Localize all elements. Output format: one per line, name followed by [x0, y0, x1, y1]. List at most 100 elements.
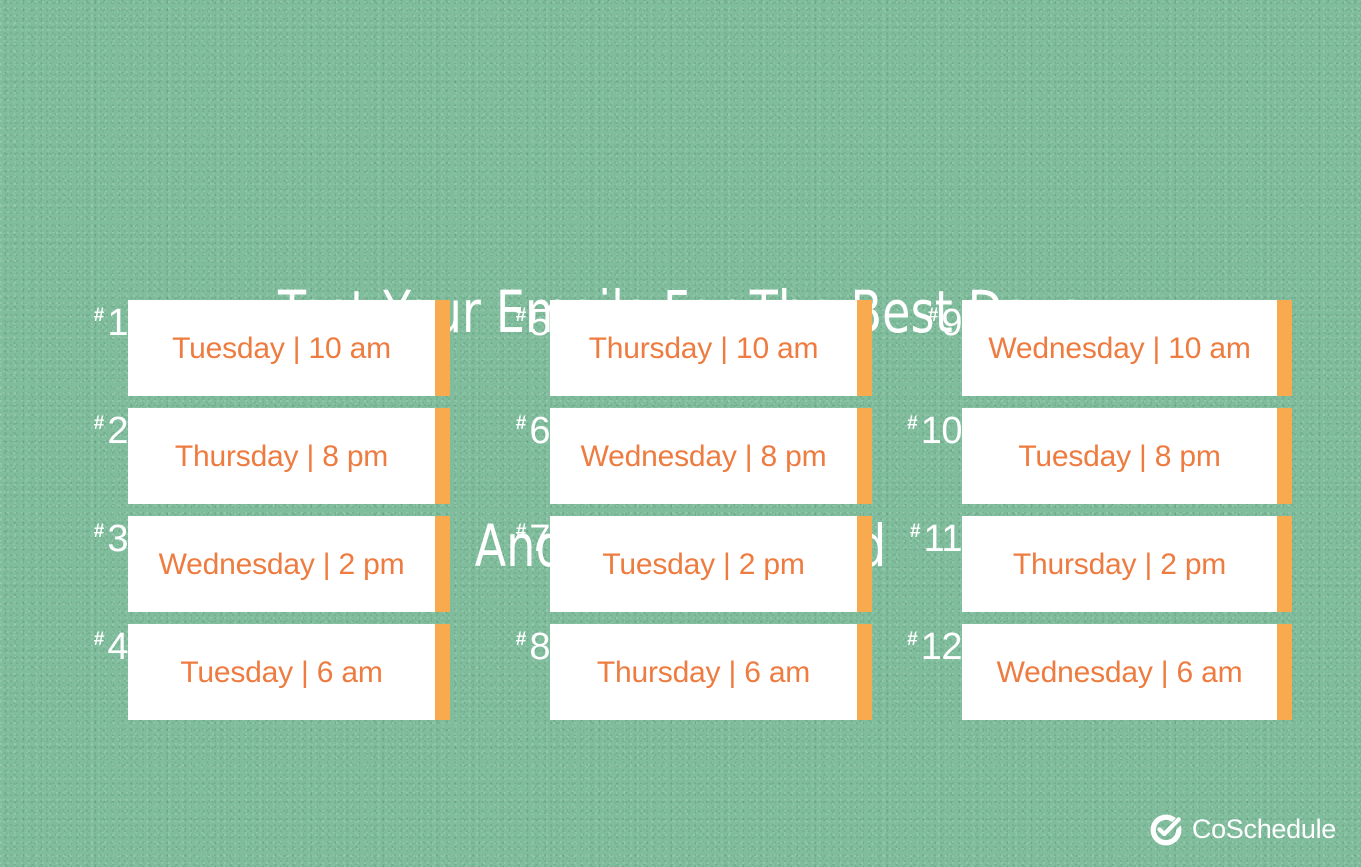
send-time-card[interactable]: Wednesday | 8 pm [550, 408, 872, 504]
card-face: Thursday | 10 am [550, 300, 857, 396]
card-accent-bar [435, 300, 450, 396]
rank-value: 4 [107, 626, 128, 668]
list-item: #5 Thursday | 10 am [488, 300, 872, 396]
rank-number: #10 [900, 410, 962, 460]
send-time-card[interactable]: Tuesday | 2 pm [550, 516, 872, 612]
rank-value: 8 [529, 626, 550, 668]
rank-value: 5 [529, 302, 550, 344]
list-item: #8 Thursday | 6 am [488, 624, 872, 720]
card-accent-bar [435, 624, 450, 720]
ranked-send-times-grid: #1 Tuesday | 10 am #2 Thursday | 8 pm #3… [0, 300, 1361, 730]
card-face: Tuesday | 10 am [128, 300, 435, 396]
hash-symbol: # [93, 521, 105, 542]
send-time-label: Thursday | 2 pm [1012, 548, 1227, 581]
card-face: Tuesday | 6 am [128, 624, 435, 720]
rank-value: 11 [923, 518, 963, 560]
rank-value: 3 [107, 518, 128, 560]
rank-value: 9 [941, 302, 962, 344]
card-accent-bar [857, 516, 872, 612]
card-face: Tuesday | 8 pm [962, 408, 1277, 504]
send-time-label: Wednesday | 2 pm [158, 548, 405, 581]
send-time-card[interactable]: Tuesday | 8 pm [962, 408, 1292, 504]
card-accent-bar [857, 408, 872, 504]
send-time-label: Wednesday | 6 am [996, 656, 1243, 689]
hash-symbol: # [907, 413, 918, 434]
hash-symbol: # [927, 305, 939, 326]
hash-symbol: # [515, 305, 527, 326]
rank-number: #1 [66, 302, 129, 352]
grid-column-2: #5 Thursday | 10 am #6 Wednesday | 8 pm … [488, 300, 872, 730]
coschedule-check-circle-icon [1150, 814, 1182, 846]
send-time-card[interactable]: Tuesday | 10 am [128, 300, 450, 396]
card-face: Wednesday | 8 pm [550, 408, 857, 504]
card-face: Thursday | 2 pm [962, 516, 1277, 612]
send-time-card[interactable]: Wednesday | 6 am [962, 624, 1292, 720]
hash-symbol: # [93, 413, 105, 434]
card-accent-bar [435, 516, 450, 612]
list-item: #7 Tuesday | 2 pm [488, 516, 872, 612]
coschedule-wordmark: CoSchedule [1191, 813, 1336, 844]
send-time-label: Tuesday | 2 pm [602, 548, 805, 581]
card-accent-bar [435, 408, 450, 504]
hash-symbol: # [907, 629, 918, 650]
send-time-label: Tuesday | 8 pm [1018, 440, 1221, 473]
list-item: #4 Tuesday | 6 am [66, 624, 450, 720]
card-accent-bar [857, 624, 872, 720]
rank-number: #8 [488, 626, 551, 676]
card-face: Thursday | 6 am [550, 624, 857, 720]
hash-symbol: # [909, 521, 921, 542]
card-accent-bar [1277, 300, 1292, 396]
list-item: #12 Wednesday | 6 am [900, 624, 1292, 720]
send-time-card[interactable]: Thursday | 8 pm [128, 408, 450, 504]
grid-column-1: #1 Tuesday | 10 am #2 Thursday | 8 pm #3… [66, 300, 450, 730]
rank-number: #2 [66, 410, 129, 460]
send-time-card[interactable]: Thursday | 10 am [550, 300, 872, 396]
rank-number: #4 [66, 626, 129, 676]
list-item: #2 Thursday | 8 pm [66, 408, 450, 504]
list-item: #3 Wednesday | 2 pm [66, 516, 450, 612]
send-time-card[interactable]: Thursday | 6 am [550, 624, 872, 720]
card-face: Wednesday | 2 pm [128, 516, 435, 612]
send-time-label: Thursday | 6 am [596, 656, 811, 689]
send-time-card[interactable]: Thursday | 2 pm [962, 516, 1292, 612]
list-item: #1 Tuesday | 10 am [66, 300, 450, 396]
rank-number: #12 [900, 626, 962, 676]
list-item: #10 Tuesday | 8 pm [900, 408, 1292, 504]
send-time-label: Tuesday | 10 am [172, 332, 391, 365]
card-accent-bar [857, 300, 872, 396]
rank-value: 7 [529, 518, 550, 560]
send-time-card[interactable]: Wednesday | 10 am [962, 300, 1292, 396]
card-accent-bar [1277, 624, 1292, 720]
hash-symbol: # [93, 629, 105, 650]
list-item: #9 Wednesday | 10 am [900, 300, 1292, 396]
card-face: Wednesday | 6 am [962, 624, 1277, 720]
rank-value: 12 [920, 626, 963, 668]
rank-number: #11 [900, 518, 963, 568]
send-time-label: Tuesday | 6 am [180, 656, 383, 689]
rank-number: #3 [66, 518, 129, 568]
rank-number: #5 [488, 302, 551, 352]
rank-value: 6 [529, 410, 550, 452]
hash-symbol: # [93, 305, 105, 326]
hash-symbol: # [515, 629, 527, 650]
send-time-card[interactable]: Tuesday | 6 am [128, 624, 450, 720]
rank-number: #9 [900, 302, 963, 352]
rank-number: #7 [488, 518, 551, 568]
card-accent-bar [1277, 408, 1292, 504]
hash-symbol: # [515, 521, 527, 542]
list-item: #11 Thursday | 2 pm [900, 516, 1292, 612]
rank-value: 2 [107, 410, 128, 452]
grid-column-3: #9 Wednesday | 10 am #10 Tuesday | 8 pm … [900, 300, 1292, 730]
coschedule-logo[interactable]: CoSchedule [1149, 813, 1336, 847]
card-face: Tuesday | 2 pm [550, 516, 857, 612]
send-time-card[interactable]: Wednesday | 2 pm [128, 516, 450, 612]
rank-number: #6 [488, 410, 551, 460]
infographic-poster: Test Your Emails For The Best Days And T… [0, 0, 1361, 867]
hash-symbol: # [515, 413, 527, 434]
rank-value: 10 [920, 410, 963, 452]
card-face: Thursday | 8 pm [128, 408, 435, 504]
list-item: #6 Wednesday | 8 pm [488, 408, 872, 504]
send-time-label: Thursday | 8 pm [174, 440, 389, 473]
send-time-label: Wednesday | 8 pm [580, 440, 827, 473]
card-face: Wednesday | 10 am [962, 300, 1277, 396]
